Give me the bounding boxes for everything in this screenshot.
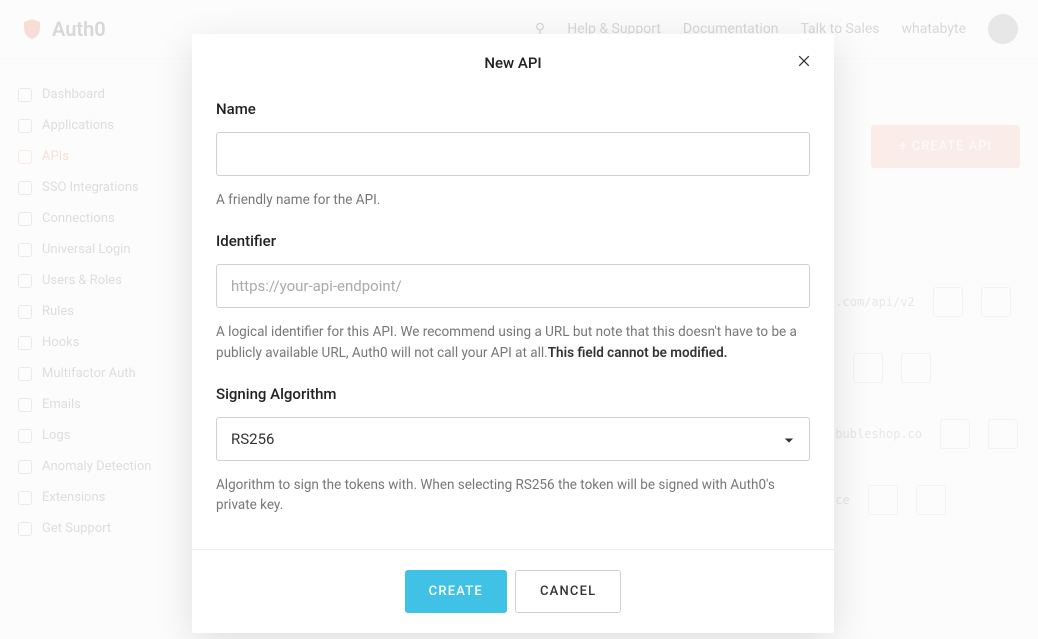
signing-label: Signing Algorithm [216,385,810,403]
name-label: Name [216,100,810,118]
signing-help: Algorithm to sign the tokens with. When … [216,475,810,516]
close-button[interactable] [794,52,814,72]
identifier-group: Identifier A logical identifier for this… [216,232,810,363]
new-api-modal: New API Name A friendly name for the API… [192,34,834,633]
name-help: A friendly name for the API. [216,190,810,210]
modal-header: New API [192,34,834,92]
modal-footer: CREATE CANCEL [192,549,834,633]
modal-title: New API [216,54,810,72]
name-input[interactable] [216,132,810,176]
close-icon [796,53,812,69]
create-button[interactable]: CREATE [405,570,507,613]
modal-body: Name A friendly name for the API. Identi… [192,92,834,549]
cancel-button[interactable]: CANCEL [515,570,621,613]
signing-algorithm-select[interactable]: RS256 [216,417,810,461]
identifier-label: Identifier [216,232,810,250]
identifier-input[interactable] [216,264,810,308]
name-group: Name A friendly name for the API. [216,100,810,210]
signing-group: Signing Algorithm RS256 Algorithm to sig… [216,385,810,516]
identifier-help: A logical identifier for this API. We re… [216,322,810,363]
